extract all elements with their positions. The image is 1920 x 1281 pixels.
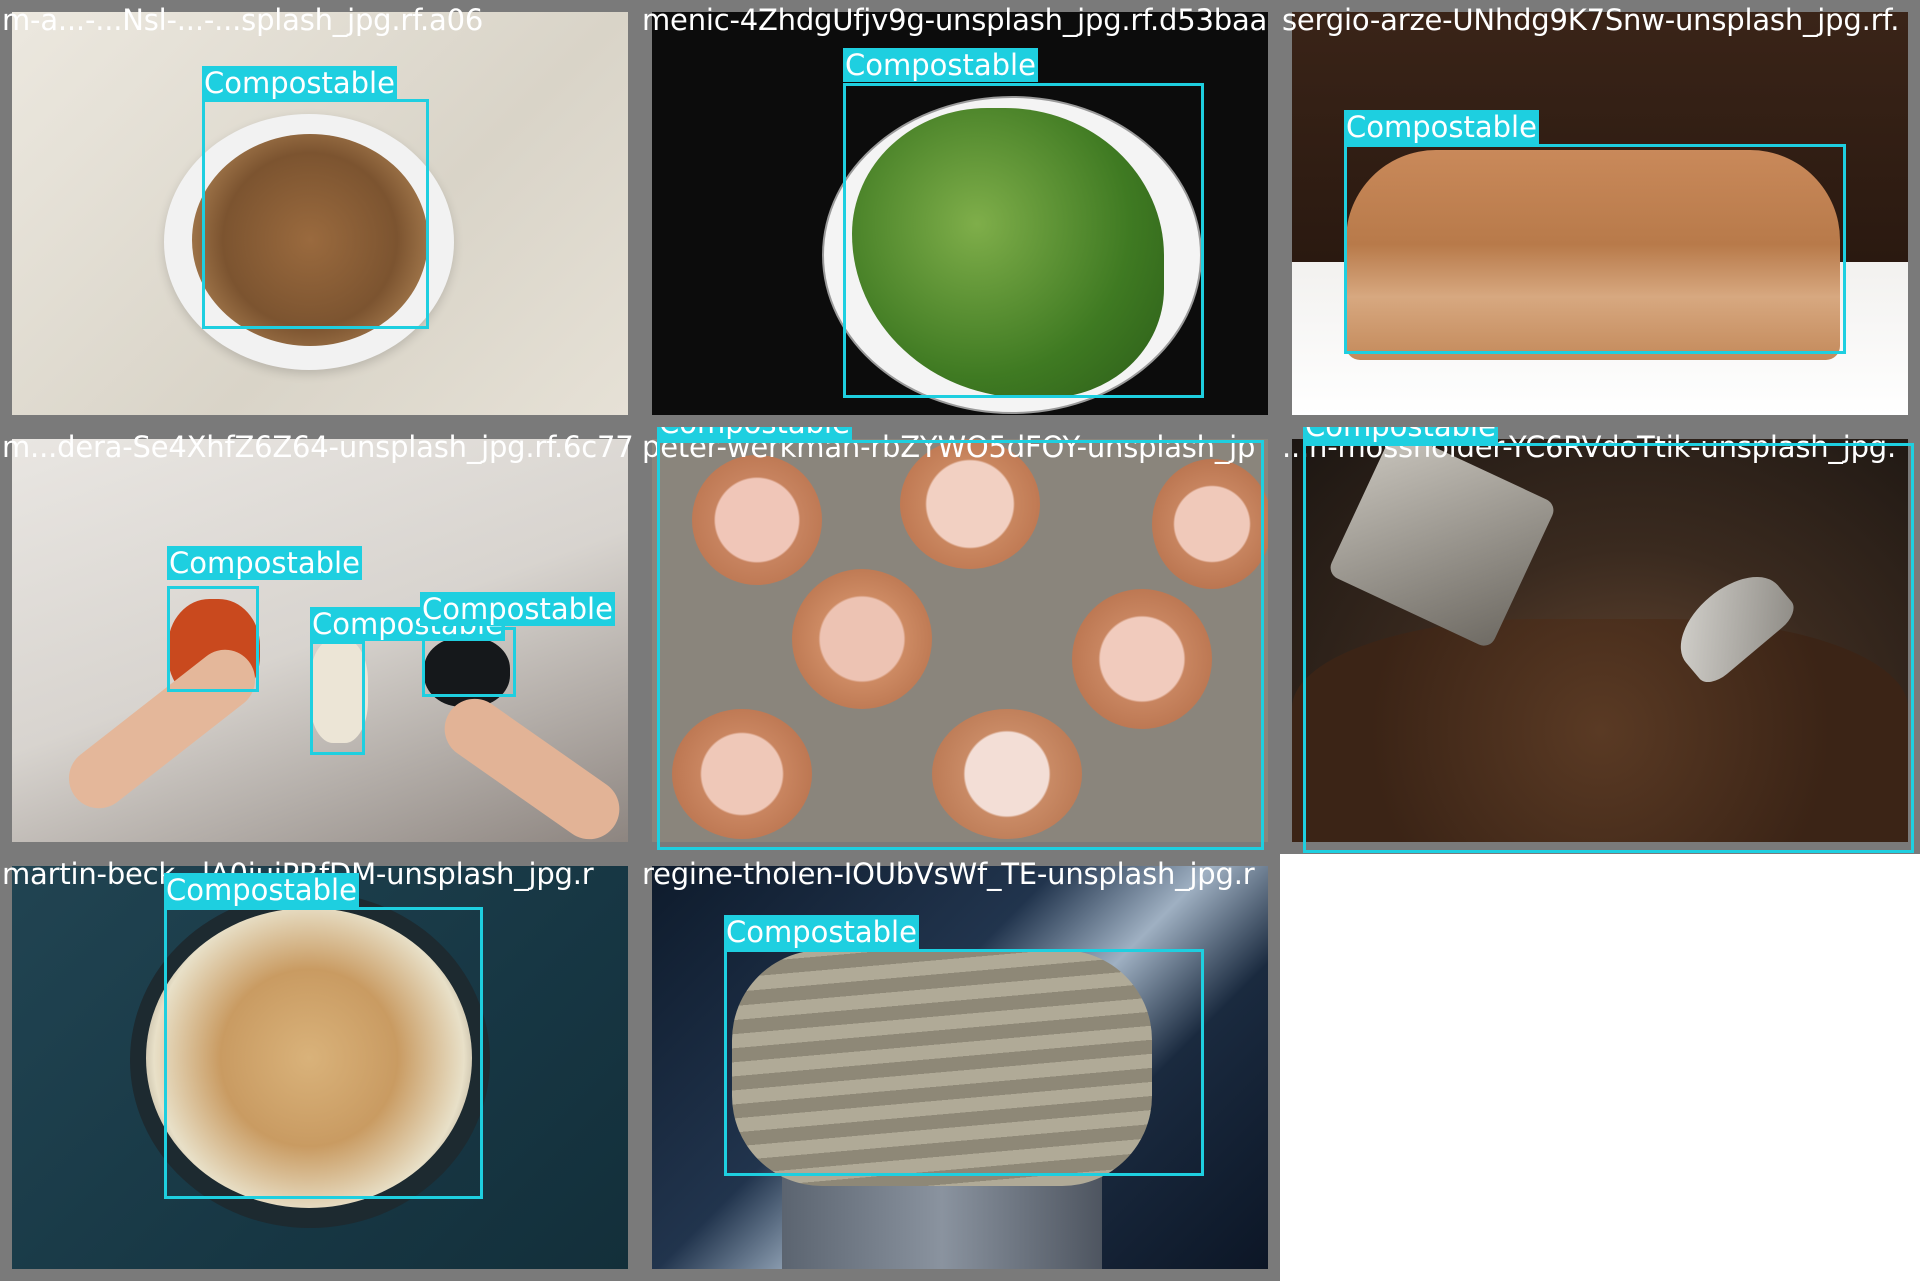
- detection-label: Compostable: [167, 546, 362, 580]
- tile-rope: regine-tholen-IOUbVsWf_TE-unsplash_jpg.r…: [640, 854, 1280, 1281]
- tile-filename: regine-tholen-IOUbVsWf_TE-unsplash_jpg.r: [642, 857, 1255, 891]
- detection-label: Compostable: [1303, 427, 1498, 443]
- tile-filename: sergio-arze-UNhdg9K7Snw-unsplash_jpg.rf.: [1282, 3, 1900, 37]
- detection-box: [310, 641, 365, 755]
- tile-filename: m...dera-Se4XhfZ6Z64-unsplash_jpg.rf.6c7…: [2, 430, 634, 464]
- detection-label: Compostable: [202, 66, 397, 100]
- tile-filename: m-a...-...Nsl-...-...splash_jpg.rf.a06: [2, 3, 484, 37]
- tile-bread: sergio-arze-UNhdg9K7Snw-unsplash_jpg.rf.…: [1280, 0, 1920, 427]
- tile-eggshells: peter-werkman-rbZYWO5dFOY-unsplash_jp Co…: [640, 427, 1280, 854]
- tile-grains: m...dera-Se4XhfZ6Z64-unsplash_jpg.rf.6c7…: [0, 427, 640, 854]
- detection-label: Compostable: [843, 48, 1038, 82]
- detection-label: Compostable: [164, 873, 359, 907]
- detection-mosaic: m-a...-...Nsl-...-...splash_jpg.rf.a06 C…: [0, 0, 1920, 1281]
- tile-coffee: ...n-mossholder-YC6RVdoTtik-unsplash_jpg…: [1280, 427, 1920, 854]
- detection-box: [1303, 443, 1914, 853]
- detection-box: [167, 586, 259, 692]
- detection-label: Compostable: [724, 915, 919, 949]
- tile-filename: menic-4ZhdgUfjv9g-unsplash_jpg.rf.d53baa: [642, 3, 1268, 37]
- detection-label: Compostable: [420, 592, 615, 626]
- detection-box: [843, 83, 1204, 398]
- detection-box: [164, 907, 483, 1199]
- tile-lettuce: menic-4ZhdgUfjv9g-unsplash_jpg.rf.d53baa…: [640, 0, 1280, 427]
- detection-box: [202, 99, 429, 329]
- tile-stew: martin-beck...lA0iuiPRfDM-unsplash_jpg.r…: [0, 854, 640, 1281]
- arm-right: [432, 687, 628, 842]
- tile-cereal: m-a...-...Nsl-...-...splash_jpg.rf.a06 C…: [0, 0, 640, 427]
- detection-box: [1344, 144, 1846, 354]
- detection-label: Compostable: [1344, 110, 1539, 144]
- detection-box: [724, 949, 1204, 1176]
- detection-box: [657, 440, 1264, 850]
- detection-label: Compostable: [657, 427, 852, 440]
